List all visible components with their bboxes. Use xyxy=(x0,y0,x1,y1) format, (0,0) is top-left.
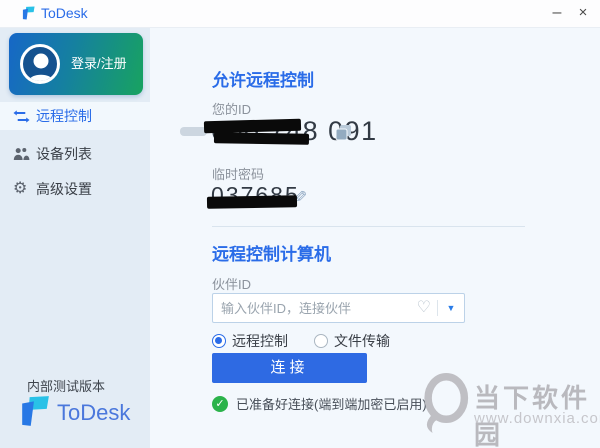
radio-file-transfer-label: 文件传输 xyxy=(334,333,390,349)
watermark-site-url: www.downxia.com xyxy=(474,410,600,427)
devices-people-icon xyxy=(13,147,35,161)
todesk-logo-icon xyxy=(21,6,36,25)
avatar xyxy=(20,44,60,84)
status-text: 已准备好连接(端到端加密已启用) xyxy=(236,397,427,412)
redaction-bar xyxy=(203,118,302,134)
allow-remote-title: 允许远程控制 xyxy=(212,71,314,90)
window-title: ToDesk xyxy=(41,5,88,21)
brand-name: ToDesk xyxy=(57,400,131,425)
swap-arrows-icon xyxy=(13,109,35,123)
section-divider xyxy=(212,226,525,227)
radio-remote-control-label: 远程控制 xyxy=(232,333,288,349)
sidebar: 登录/注册 远程控制 设备列表 ⚙ 高级设置 内部测试版本 ToDesk xyxy=(0,28,150,448)
sidebar-item-label: 远程控制 xyxy=(36,108,92,124)
temp-password-label: 临时密码 xyxy=(212,167,265,182)
gear-icon: ⚙ xyxy=(13,180,28,197)
sidebar-item-label: 设备列表 xyxy=(36,146,92,162)
login-register-label: 登录/注册 xyxy=(71,56,127,71)
sidebar-item-label: 高级设置 xyxy=(36,181,92,197)
partner-id-label: 伙伴ID xyxy=(212,277,252,292)
copy-id-icon[interactable] xyxy=(335,124,353,147)
partner-id-input[interactable] xyxy=(213,300,417,316)
history-dropdown-icon[interactable]: ▼ xyxy=(438,303,464,313)
status-row: ✓ 已准备好连接(端到端加密已启用) xyxy=(212,394,427,413)
watermark-logo-icon xyxy=(420,371,470,440)
radio-remote-control[interactable] xyxy=(212,334,226,348)
login-register-button[interactable]: 登录/注册 xyxy=(9,33,143,95)
sidebar-item-advanced-settings[interactable]: ⚙ 高级设置 xyxy=(0,175,150,203)
redaction-bar xyxy=(206,195,298,209)
todesk-window: ToDesk – × 登录/注册 远程控制 设备列表 ⚙ 高级设置 内部测试版本… xyxy=(0,0,600,448)
ready-check-icon: ✓ xyxy=(212,395,228,412)
sidebar-item-device-list[interactable]: 设备列表 xyxy=(0,140,150,168)
todesk-brand-icon xyxy=(17,395,53,432)
redaction-bar xyxy=(213,132,310,145)
title-bar: ToDesk – × xyxy=(0,0,600,28)
connection-mode-row: 远程控制 文件传输 xyxy=(212,331,390,351)
favorite-heart-icon[interactable]: ♡ xyxy=(417,300,431,316)
version-note: 内部测试版本 xyxy=(27,379,106,394)
partner-id-field: ♡ ▼ xyxy=(212,293,465,323)
redaction-bar xyxy=(180,127,207,136)
connect-button[interactable]: 连接 xyxy=(212,353,367,383)
remote-control-title: 远程控制计算机 xyxy=(212,245,331,264)
radio-file-transfer[interactable] xyxy=(314,334,328,348)
close-button[interactable]: × xyxy=(568,0,598,27)
sidebar-item-remote-control[interactable]: 远程控制 xyxy=(0,102,150,130)
